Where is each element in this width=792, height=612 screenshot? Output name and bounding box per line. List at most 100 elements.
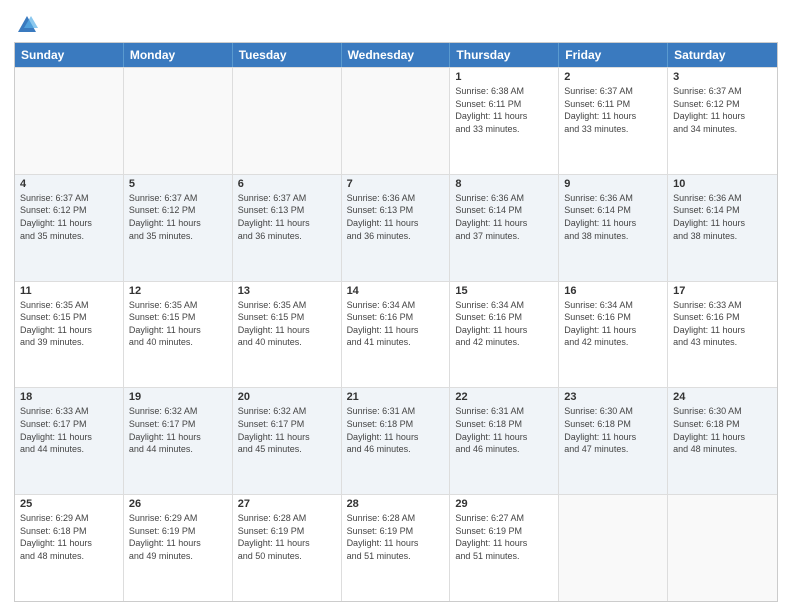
day-info: Sunrise: 6:29 AMSunset: 6:19 PMDaylight:… <box>129 512 227 562</box>
header-day-monday: Monday <box>124 43 233 67</box>
day-cell-20: 20 Sunrise: 6:32 AMSunset: 6:17 PMDayligh… <box>233 388 342 494</box>
day-cell-5: 5 Sunrise: 6:37 AMSunset: 6:12 PMDaylight… <box>124 175 233 281</box>
day-info: Sunrise: 6:31 AMSunset: 6:18 PMDaylight:… <box>455 405 553 455</box>
day-info: Sunrise: 6:36 AMSunset: 6:14 PMDaylight:… <box>455 192 553 242</box>
day-cell-16: 16Sunrise: 6:34 AMSunset: 6:16 PMDayligh… <box>559 282 668 388</box>
day-cell-3: 3 Sunrise: 6:37 AMSunset: 6:12 PMDaylight… <box>668 68 777 174</box>
day-info: Sunrise: 6:37 AMSunset: 6:13 PMDaylight:… <box>238 192 336 242</box>
header-day-sunday: Sunday <box>15 43 124 67</box>
day-number: 25 <box>20 498 118 510</box>
day-info: Sunrise: 6:35 AMSunset: 6:15 PMDaylight:… <box>129 299 227 349</box>
day-info: Sunrise: 6:35 AMSunset: 6:15 PMDaylight:… <box>20 299 118 349</box>
day-cell-2: 2Sunrise: 6:37 AMSunset: 6:11 PMDaylight… <box>559 68 668 174</box>
day-number: 6 <box>238 178 336 190</box>
calendar-week-3: 11 Sunrise: 6:35 AMSunset: 6:15 PMDayligh… <box>15 281 777 388</box>
calendar-body: 1Sunrise: 6:38 AMSunset: 6:11 PMDaylight… <box>15 67 777 601</box>
empty-cell <box>124 68 233 174</box>
day-info: Sunrise: 6:37 AMSunset: 6:12 PMDaylight:… <box>20 192 118 242</box>
day-cell-7: 7Sunrise: 6:36 AMSunset: 6:13 PMDaylight… <box>342 175 451 281</box>
day-info: Sunrise: 6:36 AMSunset: 6:14 PMDaylight:… <box>564 192 662 242</box>
day-number: 18 <box>20 391 118 403</box>
day-number: 15 <box>455 285 553 297</box>
day-cell-17: 17 Sunrise: 6:33 AMSunset: 6:16 PMDayligh… <box>668 282 777 388</box>
logo-icon <box>16 14 38 36</box>
header-day-thursday: Thursday <box>450 43 559 67</box>
day-number: 5 <box>129 178 227 190</box>
day-info: Sunrise: 6:30 AMSunset: 6:18 PMDaylight:… <box>564 405 662 455</box>
day-info: Sunrise: 6:33 AMSunset: 6:16 PMDaylight:… <box>673 299 772 349</box>
day-cell-25: 25 Sunrise: 6:29 AMSunset: 6:18 PMDayligh… <box>15 495 124 601</box>
day-cell-24: 24 Sunrise: 6:30 AMSunset: 6:18 PMDayligh… <box>668 388 777 494</box>
day-number: 21 <box>347 391 445 403</box>
calendar-week-1: 1Sunrise: 6:38 AMSunset: 6:11 PMDaylight… <box>15 67 777 174</box>
day-info: Sunrise: 6:31 AMSunset: 6:18 PMDaylight:… <box>347 405 445 455</box>
day-number: 29 <box>455 498 553 510</box>
day-info: Sunrise: 6:37 AMSunset: 6:12 PMDaylight:… <box>673 85 772 135</box>
day-cell-19: 19 Sunrise: 6:32 AMSunset: 6:17 PMDayligh… <box>124 388 233 494</box>
day-number: 19 <box>129 391 227 403</box>
day-info: Sunrise: 6:29 AMSunset: 6:18 PMDaylight:… <box>20 512 118 562</box>
calendar-week-5: 25 Sunrise: 6:29 AMSunset: 6:18 PMDayligh… <box>15 494 777 601</box>
header-day-tuesday: Tuesday <box>233 43 342 67</box>
day-number: 7 <box>347 178 445 190</box>
day-cell-9: 9 Sunrise: 6:36 AMSunset: 6:14 PMDaylight… <box>559 175 668 281</box>
day-cell-1: 1Sunrise: 6:38 AMSunset: 6:11 PMDaylight… <box>450 68 559 174</box>
day-info: Sunrise: 6:32 AMSunset: 6:17 PMDaylight:… <box>238 405 336 455</box>
header-day-friday: Friday <box>559 43 668 67</box>
day-number: 23 <box>564 391 662 403</box>
day-cell-10: 10 Sunrise: 6:36 AMSunset: 6:14 PMDayligh… <box>668 175 777 281</box>
empty-cell <box>342 68 451 174</box>
day-number: 22 <box>455 391 553 403</box>
day-number: 24 <box>673 391 772 403</box>
day-info: Sunrise: 6:27 AMSunset: 6:19 PMDaylight:… <box>455 512 553 562</box>
day-cell-14: 14Sunrise: 6:34 AMSunset: 6:16 PMDayligh… <box>342 282 451 388</box>
day-number: 3 <box>673 71 772 83</box>
day-info: Sunrise: 6:33 AMSunset: 6:17 PMDaylight:… <box>20 405 118 455</box>
day-number: 13 <box>238 285 336 297</box>
day-cell-23: 23 Sunrise: 6:30 AMSunset: 6:18 PMDayligh… <box>559 388 668 494</box>
day-info: Sunrise: 6:32 AMSunset: 6:17 PMDaylight:… <box>129 405 227 455</box>
day-cell-27: 27 Sunrise: 6:28 AMSunset: 6:19 PMDayligh… <box>233 495 342 601</box>
day-cell-22: 22 Sunrise: 6:31 AMSunset: 6:18 PMDayligh… <box>450 388 559 494</box>
day-info: Sunrise: 6:28 AMSunset: 6:19 PMDaylight:… <box>347 512 445 562</box>
calendar-week-2: 4 Sunrise: 6:37 AMSunset: 6:12 PMDaylight… <box>15 174 777 281</box>
empty-cell <box>15 68 124 174</box>
calendar-week-4: 18 Sunrise: 6:33 AMSunset: 6:17 PMDayligh… <box>15 387 777 494</box>
header <box>14 10 778 36</box>
day-info: Sunrise: 6:36 AMSunset: 6:14 PMDaylight:… <box>673 192 772 242</box>
day-number: 17 <box>673 285 772 297</box>
day-cell-13: 13 Sunrise: 6:35 AMSunset: 6:15 PMDayligh… <box>233 282 342 388</box>
day-number: 28 <box>347 498 445 510</box>
day-cell-12: 12 Sunrise: 6:35 AMSunset: 6:15 PMDayligh… <box>124 282 233 388</box>
day-cell-4: 4 Sunrise: 6:37 AMSunset: 6:12 PMDaylight… <box>15 175 124 281</box>
day-cell-28: 28 Sunrise: 6:28 AMSunset: 6:19 PMDayligh… <box>342 495 451 601</box>
day-cell-29: 29 Sunrise: 6:27 AMSunset: 6:19 PMDayligh… <box>450 495 559 601</box>
empty-cell <box>559 495 668 601</box>
day-info: Sunrise: 6:34 AMSunset: 6:16 PMDaylight:… <box>347 299 445 349</box>
logo <box>14 14 38 36</box>
empty-cell <box>233 68 342 174</box>
day-cell-21: 21 Sunrise: 6:31 AMSunset: 6:18 PMDayligh… <box>342 388 451 494</box>
day-cell-11: 11 Sunrise: 6:35 AMSunset: 6:15 PMDayligh… <box>15 282 124 388</box>
day-info: Sunrise: 6:34 AMSunset: 6:16 PMDaylight:… <box>455 299 553 349</box>
day-info: Sunrise: 6:30 AMSunset: 6:18 PMDaylight:… <box>673 405 772 455</box>
day-number: 27 <box>238 498 336 510</box>
day-info: Sunrise: 6:34 AMSunset: 6:16 PMDaylight:… <box>564 299 662 349</box>
header-day-wednesday: Wednesday <box>342 43 451 67</box>
day-info: Sunrise: 6:35 AMSunset: 6:15 PMDaylight:… <box>238 299 336 349</box>
day-number: 1 <box>455 71 553 83</box>
day-cell-26: 26Sunrise: 6:29 AMSunset: 6:19 PMDayligh… <box>124 495 233 601</box>
day-number: 20 <box>238 391 336 403</box>
day-number: 4 <box>20 178 118 190</box>
day-info: Sunrise: 6:28 AMSunset: 6:19 PMDaylight:… <box>238 512 336 562</box>
day-info: Sunrise: 6:37 AMSunset: 6:12 PMDaylight:… <box>129 192 227 242</box>
day-number: 9 <box>564 178 662 190</box>
day-cell-8: 8 Sunrise: 6:36 AMSunset: 6:14 PMDaylight… <box>450 175 559 281</box>
page: SundayMondayTuesdayWednesdayThursdayFrid… <box>0 0 792 612</box>
day-number: 8 <box>455 178 553 190</box>
calendar-header-row: SundayMondayTuesdayWednesdayThursdayFrid… <box>15 43 777 67</box>
day-number: 11 <box>20 285 118 297</box>
header-day-saturday: Saturday <box>668 43 777 67</box>
day-number: 12 <box>129 285 227 297</box>
day-number: 10 <box>673 178 772 190</box>
